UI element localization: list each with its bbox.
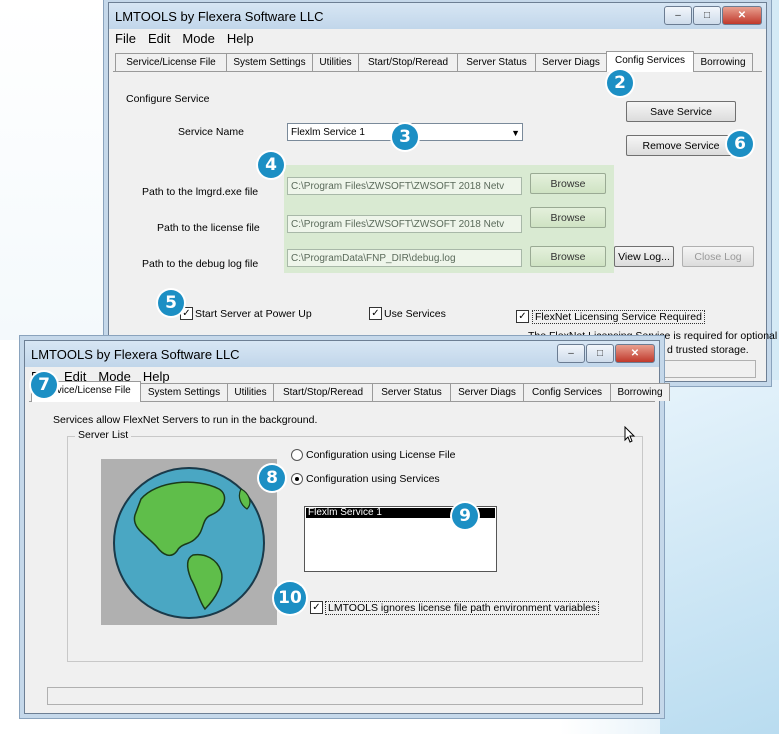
desktop-decoration: [660, 380, 779, 734]
services-info-text: Services allow FlexNet Servers to run in…: [53, 414, 318, 426]
radio-services-label: Configuration using Services: [306, 473, 440, 485]
start-server-label: Start Server at Power Up: [195, 308, 312, 320]
mouse-cursor-icon: [624, 426, 636, 443]
tab-server-diags[interactable]: Server Diags: [535, 53, 607, 71]
browse-lmgrd-button[interactable]: Browse: [530, 173, 606, 194]
menu-edit[interactable]: Edit: [142, 29, 176, 49]
tab-start-stop-reread[interactable]: Start/Stop/Reread: [273, 383, 373, 401]
remove-service-button[interactable]: Remove Service: [626, 135, 736, 156]
server-list-label: Server List: [75, 429, 132, 441]
use-services-checkbox[interactable]: ✓: [369, 307, 382, 320]
status-bar: [47, 687, 643, 705]
tab-start-stop-reread[interactable]: Start/Stop/Reread: [358, 53, 458, 71]
step-badge-5: 5: [158, 290, 184, 316]
title-bar[interactable]: LMTOOLS by Flexera Software LLC – □ ✕: [25, 341, 659, 367]
minimize-icon[interactable]: –: [557, 344, 585, 363]
globe-image: [101, 459, 277, 625]
globe-icon: [113, 467, 265, 619]
license-path-label: Path to the license file: [157, 222, 260, 234]
browse-debug-button[interactable]: Browse: [530, 246, 606, 267]
flexnet-required-checkbox[interactable]: ✓: [516, 310, 529, 323]
browse-license-button[interactable]: Browse: [530, 207, 606, 228]
tab-utilities[interactable]: Utilities: [227, 383, 274, 401]
lmgrd-path-label: Path to the lmgrd.exe file: [142, 186, 259, 198]
window-title: LMTOOLS by Flexera Software LLC: [115, 9, 324, 24]
minimize-icon[interactable]: –: [664, 6, 692, 25]
flexnet-note-line2: d trusted storage.: [667, 344, 749, 356]
tab-config-services[interactable]: Config Services: [606, 51, 694, 72]
window-title: LMTOOLS by Flexera Software LLC: [31, 347, 240, 362]
desktop-background: [0, 0, 110, 340]
license-path-field[interactable]: C:\Program Files\ZWSOFT\ZWSOFT 2018 Netv: [287, 215, 522, 233]
radio-license-file[interactable]: [291, 449, 303, 461]
tab-system-settings[interactable]: System Settings: [140, 383, 228, 401]
tab-server-status[interactable]: Server Status: [372, 383, 451, 401]
view-log-button[interactable]: View Log...: [614, 246, 674, 267]
step-badge-8: 8: [259, 465, 285, 491]
maximize-icon[interactable]: □: [586, 344, 614, 363]
menu-file[interactable]: File: [109, 29, 142, 49]
service-name-value: Flexlm Service 1: [291, 127, 365, 138]
step-badge-10: 10: [274, 582, 306, 614]
debug-log-path-field[interactable]: C:\ProgramData\FNP_DIR\debug.log: [287, 249, 522, 267]
step-badge-3: 3: [392, 124, 418, 150]
use-services-label: Use Services: [384, 308, 446, 320]
tab-strip: Service/License File System Settings Uti…: [113, 51, 762, 72]
radio-license-file-label: Configuration using License File: [306, 449, 456, 461]
service-name-label: Service Name: [178, 126, 244, 138]
tab-service-license-file[interactable]: Service/License File: [115, 53, 227, 71]
tab-server-diags[interactable]: Server Diags: [450, 383, 524, 401]
flexnet-required-label: FlexNet Licensing Service Required: [532, 310, 705, 324]
close-icon[interactable]: ✕: [615, 344, 655, 363]
step-badge-6: 6: [727, 131, 753, 157]
step-badge-9: 9: [452, 503, 478, 529]
chevron-down-icon[interactable]: ▼: [511, 124, 520, 140]
title-bar[interactable]: LMTOOLS by Flexera Software LLC – □ ✕: [109, 3, 766, 29]
maximize-icon[interactable]: □: [693, 6, 721, 25]
tab-strip: Service/License File System Settings Uti…: [29, 381, 670, 402]
debug-path-label: Path to the debug log file: [142, 258, 259, 270]
ignore-env-label: LMTOOLS ignores license file path enviro…: [325, 601, 600, 615]
tab-system-settings[interactable]: System Settings: [226, 53, 313, 71]
tab-borrowing[interactable]: Borrowing: [693, 53, 753, 71]
tab-server-status[interactable]: Server Status: [457, 53, 536, 71]
step-badge-2: 2: [607, 70, 633, 96]
radio-services[interactable]: [291, 473, 303, 485]
step-badge-4: 4: [258, 152, 284, 178]
menu-bar: File Edit Mode Help: [109, 29, 766, 49]
close-icon[interactable]: ✕: [722, 6, 762, 25]
step-badge-7: 7: [31, 372, 57, 398]
lmtools-window-service-license: LMTOOLS by Flexera Software LLC – □ ✕ Fi…: [24, 340, 670, 714]
menu-mode[interactable]: Mode: [176, 29, 221, 49]
lmgrd-path-field[interactable]: C:\Program Files\ZWSOFT\ZWSOFT 2018 Netv: [287, 177, 522, 195]
configure-service-label: Configure Service: [126, 93, 210, 105]
tab-utilities[interactable]: Utilities: [312, 53, 359, 71]
menu-help[interactable]: Help: [221, 29, 260, 49]
save-service-button[interactable]: Save Service: [626, 101, 736, 122]
ignore-env-checkbox[interactable]: ✓: [310, 601, 323, 614]
close-log-button: Close Log: [682, 246, 754, 267]
tab-borrowing[interactable]: Borrowing: [610, 383, 670, 401]
tab-config-services[interactable]: Config Services: [523, 383, 611, 401]
